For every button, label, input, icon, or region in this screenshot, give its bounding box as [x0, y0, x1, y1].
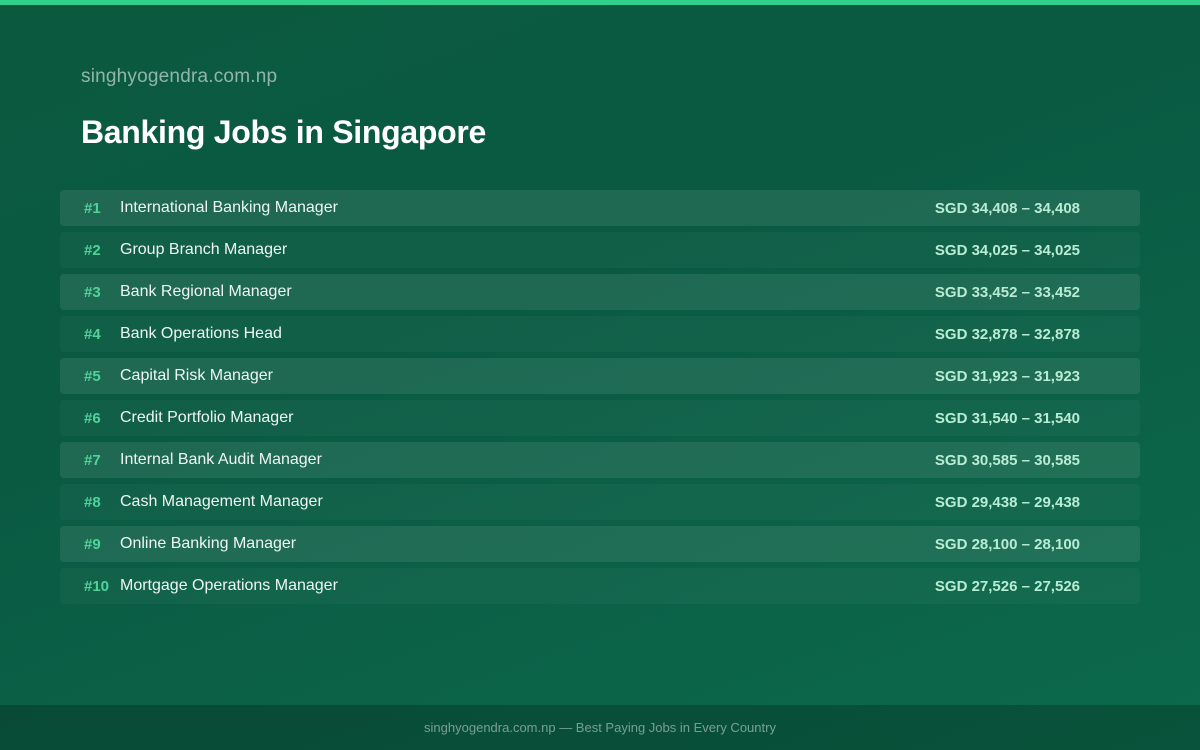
job-title: Credit Portfolio Manager [120, 409, 294, 426]
job-rank: #8 [84, 493, 101, 511]
job-salary: SGD 28,100 – 28,100 [934, 535, 1080, 553]
job-salary: SGD 34,025 – 34,025 [934, 241, 1080, 259]
job-title: Bank Operations Head [120, 325, 282, 342]
job-row: #9 Online Banking Manager SGD 28,100 – 2… [60, 526, 1140, 562]
job-title: Cash Management Manager [120, 493, 323, 510]
job-rank: #5 [84, 367, 101, 385]
job-row: #4 Bank Operations Head SGD 32,878 – 32,… [60, 316, 1140, 352]
job-title: International Banking Manager [120, 199, 338, 216]
job-title: Bank Regional Manager [120, 283, 292, 300]
job-title: Online Banking Manager [120, 535, 297, 552]
job-salary: SGD 31,923 – 31,923 [934, 367, 1080, 385]
job-row: #10 Mortgage Operations Manager SGD 27,5… [60, 568, 1140, 604]
job-row: #1 International Banking Manager SGD 34,… [60, 190, 1140, 226]
job-rank: #7 [84, 451, 101, 469]
job-title: Mortgage Operations Manager [120, 577, 338, 594]
footer: singhyogendra.com.np — Best Paying Jobs … [0, 705, 1200, 750]
job-row: #3 Bank Regional Manager SGD 33,452 – 33… [60, 274, 1140, 310]
job-title: Group Branch Manager [120, 241, 288, 258]
job-salary: SGD 32,878 – 32,878 [934, 325, 1080, 343]
job-rank: #1 [84, 199, 101, 217]
job-list: #1 International Banking Manager SGD 34,… [60, 190, 1140, 610]
job-salary: SGD 27,526 – 27,526 [934, 577, 1080, 595]
page-title: Banking Jobs in Singapore [81, 114, 487, 150]
job-rank: #9 [84, 535, 101, 553]
job-row: #6 Credit Portfolio Manager SGD 31,540 –… [60, 400, 1140, 436]
site-name: singhyogendra.com.np [81, 66, 278, 87]
job-title: Internal Bank Audit Manager [120, 451, 322, 468]
job-salary: SGD 29,438 – 29,438 [934, 493, 1080, 511]
job-rank: #10 [84, 577, 110, 595]
job-salary: SGD 30,585 – 30,585 [934, 451, 1080, 469]
job-row: #7 Internal Bank Audit Manager SGD 30,58… [60, 442, 1140, 478]
job-salary: SGD 33,452 – 33,452 [934, 283, 1080, 301]
job-row: #8 Cash Management Manager SGD 29,438 – … [60, 484, 1140, 520]
job-rank: #4 [84, 325, 101, 343]
job-rank: #2 [84, 241, 101, 259]
job-row: #2 Group Branch Manager SGD 34,025 – 34,… [60, 232, 1140, 268]
job-rank: #3 [84, 283, 101, 301]
job-row: #5 Capital Risk Manager SGD 31,923 – 31,… [60, 358, 1140, 394]
job-salary: SGD 31,540 – 31,540 [934, 409, 1080, 427]
job-salary: SGD 34,408 – 34,408 [934, 199, 1080, 217]
job-rank: #6 [84, 409, 101, 427]
footer-text: singhyogendra.com.np — Best Paying Jobs … [424, 720, 776, 735]
top-accent-bar [0, 0, 1200, 5]
job-title: Capital Risk Manager [120, 367, 273, 384]
